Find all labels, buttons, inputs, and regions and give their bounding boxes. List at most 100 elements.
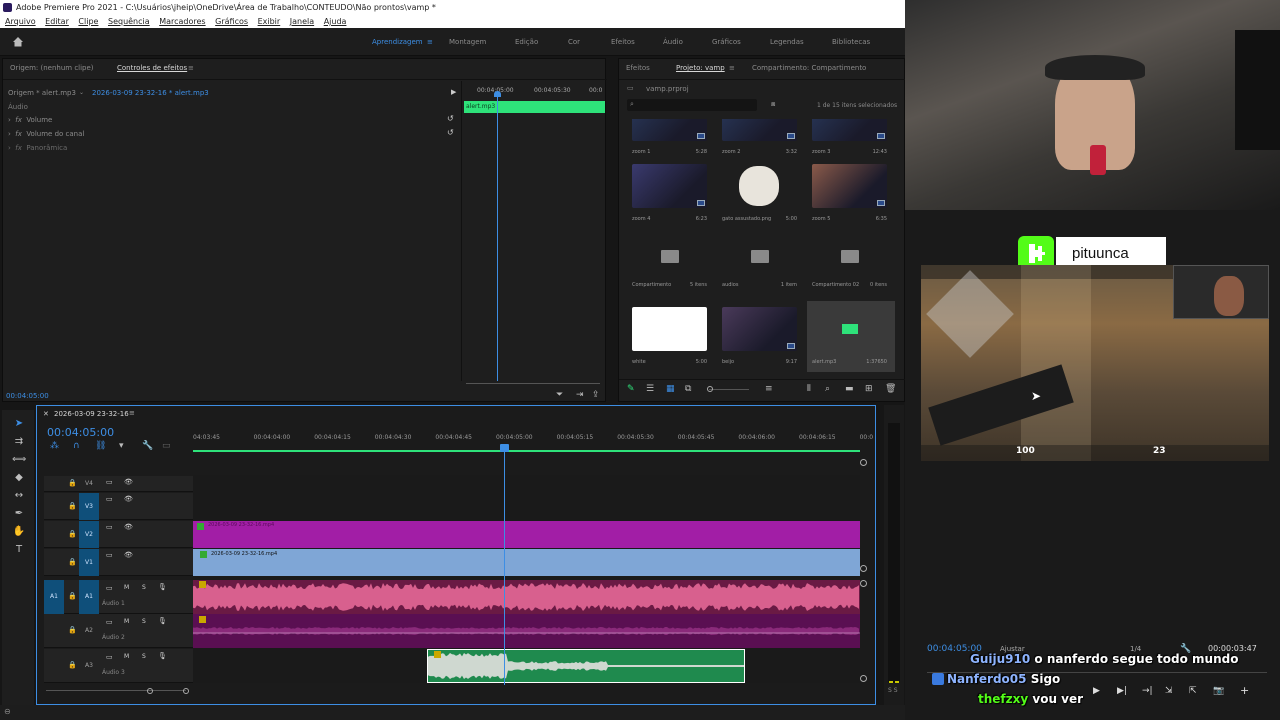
- track-name[interactable]: A2: [79, 614, 99, 648]
- item-thumbnail[interactable]: [722, 307, 797, 351]
- microphone-icon[interactable]: 🎙: [158, 583, 167, 591]
- effect-mini-timeline[interactable]: 00:04:05:00 00:04:05:30 00:0 alert.mp3: [461, 81, 607, 384]
- linked-selection-icon[interactable]: ⛓: [95, 441, 106, 451]
- sort-icon[interactable]: ≡: [765, 384, 773, 394]
- audio-track-header[interactable]: 🔒 A2 ▭ M S 🎙 Áudio 2: [44, 614, 193, 648]
- source-tab[interactable]: Origem: (nenhum clipe): [10, 64, 94, 72]
- hand-tool-icon[interactable]: ✋: [12, 526, 26, 538]
- trash-icon[interactable]: 🗑: [885, 384, 896, 394]
- export-frame-icon[interactable]: 📷: [1213, 686, 1224, 696]
- snap-icon[interactable]: ∩: [73, 441, 80, 451]
- track-name[interactable]: A3: [79, 649, 99, 683]
- mini-playhead-handle[interactable]: [494, 91, 501, 97]
- menu-exibir[interactable]: Exibir: [258, 17, 281, 26]
- effect-controls-tab[interactable]: Controles de efeitos: [117, 64, 187, 72]
- add-marker-icon[interactable]: ▾: [119, 441, 124, 451]
- playhead-handle[interactable]: [500, 444, 509, 452]
- workspace-efeitos[interactable]: Efeitos: [611, 38, 635, 46]
- captions-icon[interactable]: ▭: [162, 441, 171, 451]
- video-track-header[interactable]: 🔒 V2 ▭ 👁: [44, 521, 193, 548]
- workspace-aprendizagem[interactable]: Aprendizagem: [372, 38, 423, 46]
- lock-icon[interactable]: 🔒: [68, 530, 77, 538]
- timeline-ruler[interactable]: 04:03:45 00:04:04:00 00:04:04:15 00:04:04:3…: [193, 430, 873, 452]
- solo-button[interactable]: S: [142, 653, 146, 660]
- nest-icon[interactable]: ⁂: [50, 441, 59, 451]
- track-name[interactable]: A1: [79, 580, 99, 614]
- step-forward-icon[interactable]: ▶|: [1117, 686, 1127, 696]
- timeline-timecode[interactable]: 00:04:05:00: [47, 426, 114, 439]
- sync-lock-icon[interactable]: ▭: [106, 551, 113, 559]
- track-name[interactable]: V3: [79, 493, 99, 520]
- ripple-edit-tool-icon[interactable]: ⟺: [12, 454, 26, 466]
- scroll-handle[interactable]: [860, 580, 867, 587]
- horizontal-zoom-handle[interactable]: [183, 688, 189, 694]
- play-audio-icon[interactable]: ⇥: [576, 390, 584, 400]
- horizontal-zoom-handle[interactable]: [147, 688, 153, 694]
- zoom-slider[interactable]: [709, 389, 749, 390]
- new-item-icon[interactable]: ⊞: [865, 384, 873, 394]
- video-track-header[interactable]: 🔒 V3 ▭ 👁: [44, 493, 193, 520]
- overwrite-icon[interactable]: ⇱: [1189, 686, 1197, 696]
- bin-tab[interactable]: Compartimento: Compartimento: [752, 64, 866, 72]
- sync-lock-icon[interactable]: ▭: [106, 618, 113, 626]
- zoom-slider-handle[interactable]: [707, 386, 713, 392]
- track-select-tool-icon[interactable]: ⇉: [12, 436, 26, 448]
- workspace-graficos[interactable]: Gráficos: [712, 38, 741, 46]
- item-thumbnail[interactable]: [632, 164, 707, 208]
- microphone-icon[interactable]: 🎙: [158, 617, 167, 625]
- eye-icon[interactable]: 👁: [124, 478, 133, 486]
- freeform-view-icon[interactable]: ⧉: [685, 384, 691, 394]
- playhead[interactable]: [504, 450, 505, 685]
- v1-clip[interactable]: 2026-03-09 23-32-16.mp4: [193, 549, 860, 576]
- menu-arquivo[interactable]: Arquivo: [5, 17, 36, 26]
- scroll-handle[interactable]: [860, 565, 867, 572]
- item-thumbnail[interactable]: [812, 119, 887, 141]
- sync-lock-icon[interactable]: ▭: [106, 653, 113, 661]
- new-bin-from-search-icon[interactable]: ⧈: [771, 100, 775, 109]
- folder-icon[interactable]: [751, 250, 769, 263]
- item-thumbnail[interactable]: [632, 119, 707, 141]
- workspace-montagem[interactable]: Montagem: [449, 38, 486, 46]
- mute-button[interactable]: M: [124, 653, 129, 660]
- project-tab[interactable]: Projeto: vamp: [676, 64, 725, 72]
- scroll-handle[interactable]: [860, 675, 867, 682]
- video-track-header[interactable]: 🔒 V4 ▭ 👁: [44, 476, 193, 492]
- panel-menu-icon[interactable]: ≡: [188, 64, 194, 72]
- item-thumbnail[interactable]: [632, 307, 707, 351]
- reset-icon[interactable]: ↺: [447, 128, 454, 137]
- workspace-edicao[interactable]: Edição: [515, 38, 538, 46]
- menu-ajuda[interactable]: Ajuda: [324, 17, 347, 26]
- lock-icon[interactable]: 🔒: [68, 626, 77, 634]
- panel-menu-icon[interactable]: ≡: [729, 64, 735, 72]
- project-search-input[interactable]: ⌕: [627, 99, 757, 111]
- v2-clip[interactable]: 2026-03-09 23-32-16.mp4: [193, 521, 860, 548]
- folder-icon[interactable]: [661, 250, 679, 263]
- a2-clip[interactable]: [193, 614, 860, 648]
- source-patch[interactable]: A1: [44, 580, 64, 614]
- sequence-tab[interactable]: 2026-03-09 23-32-16: [54, 410, 129, 418]
- microphone-icon[interactable]: 🎙: [158, 652, 167, 660]
- mute-button[interactable]: M: [124, 584, 129, 591]
- selection-tool-icon[interactable]: ➤: [12, 418, 26, 430]
- sync-lock-icon[interactable]: ▭: [106, 478, 113, 486]
- mini-clip[interactable]: alert.mp3: [464, 101, 605, 113]
- sequence-clip-label[interactable]: 2026-03-09 23-32-16 * alert.mp3: [92, 89, 209, 97]
- icon-view-icon[interactable]: ▦: [666, 384, 675, 394]
- workspace-bibliotecas[interactable]: Bibliotecas: [832, 38, 870, 46]
- sync-lock-icon[interactable]: ▭: [106, 523, 113, 531]
- list-view-icon[interactable]: ☰: [646, 384, 654, 394]
- effect-row-volume[interactable]: › fx Volume: [8, 116, 52, 124]
- find-icon[interactable]: ⌕: [825, 384, 830, 394]
- play-button-icon[interactable]: ▶: [1093, 686, 1100, 696]
- item-thumbnail[interactable]: [722, 119, 797, 141]
- lock-icon[interactable]: 🔒: [68, 661, 77, 669]
- track-name[interactable]: V1: [79, 549, 99, 576]
- video-track-header[interactable]: 🔒 V1 ▭ 👁: [44, 549, 193, 576]
- chevron-down-icon[interactable]: ⌄: [79, 89, 84, 96]
- wrench-icon[interactable]: 🔧: [142, 441, 153, 451]
- button-editor-icon[interactable]: +: [1240, 684, 1249, 697]
- a3-clip-alert[interactable]: [427, 649, 745, 683]
- effect-timecode[interactable]: 00:04:05:00: [6, 392, 49, 400]
- pencil-icon[interactable]: ✎: [627, 384, 635, 394]
- master-clip-label[interactable]: Origem * alert.mp3: [8, 89, 76, 97]
